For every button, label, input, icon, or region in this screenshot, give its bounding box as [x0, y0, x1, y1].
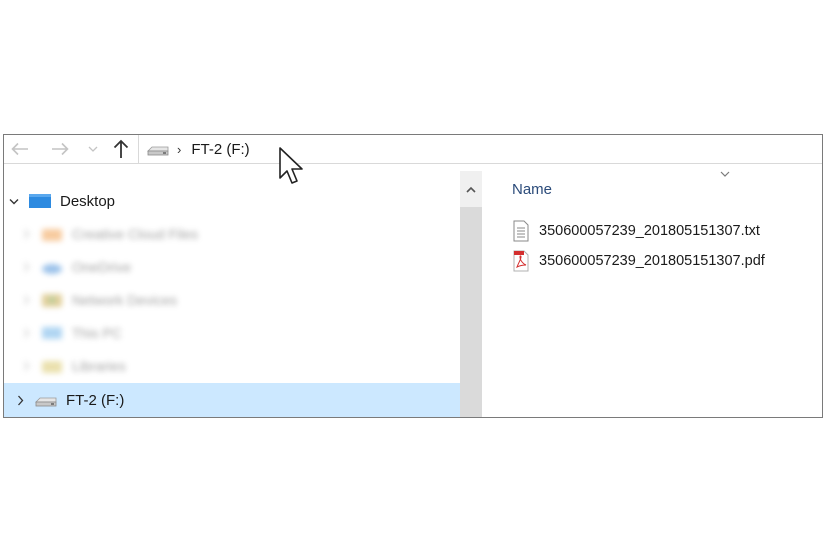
chevron-right-icon	[23, 328, 29, 338]
navigation-pane: Desktop Creative Cloud Files OneDrive Ne…	[4, 171, 460, 417]
drive-icon	[35, 397, 57, 407]
file-row-txt[interactable]: 350600057239_201805151307.txt	[512, 219, 760, 243]
expand-chevron[interactable]	[18, 262, 34, 272]
file-name: 350600057239_201805151307.pdf	[539, 253, 765, 269]
tree-item-libraries[interactable]: Libraries	[4, 350, 460, 382]
chevron-down-icon	[9, 198, 19, 204]
tree-item-onedrive[interactable]: OneDrive	[4, 251, 460, 283]
tree-item-label: Creative Cloud Files	[72, 226, 199, 242]
tree-item-ft2-drive[interactable]: FT-2 (F:)	[4, 383, 460, 417]
chevron-right-icon	[23, 295, 29, 305]
text-file-icon	[513, 220, 529, 242]
pdf-file-icon	[513, 250, 529, 272]
breadcrumb-drive[interactable]: FT-2 (F:)	[191, 141, 249, 158]
tree-item-network[interactable]: Network Devices	[4, 284, 460, 316]
tree-item-label: This PC	[72, 325, 122, 341]
drive-icon	[147, 146, 169, 156]
folder-icon	[42, 229, 62, 241]
chevron-right-icon	[17, 395, 23, 405]
expand-chevron[interactable]	[18, 295, 34, 305]
chevron-right-icon	[23, 361, 29, 371]
pc-icon	[42, 327, 62, 339]
tree-item-creative-cloud[interactable]: Creative Cloud Files	[4, 218, 460, 250]
address-toolbar: › FT-2 (F:)	[4, 135, 822, 164]
sort-chevron-down-icon[interactable]	[720, 171, 730, 177]
breadcrumb-separator[interactable]: ›	[177, 142, 181, 157]
expand-chevron[interactable]	[18, 361, 34, 371]
expand-chevron[interactable]	[18, 328, 34, 338]
file-explorer-window: › FT-2 (F:) Desktop Creative Cloud Files…	[3, 134, 823, 418]
chevron-right-icon	[23, 262, 29, 272]
tree-item-label: FT-2 (F:)	[66, 391, 125, 409]
expand-chevron[interactable]	[12, 395, 28, 406]
back-button[interactable]	[8, 138, 32, 160]
onedrive-icon	[42, 264, 62, 274]
tree-item-label: Network Devices	[72, 292, 178, 308]
name-column-header[interactable]: Name	[512, 181, 552, 198]
expand-chevron[interactable]	[18, 229, 34, 239]
back-arrow-icon	[11, 142, 28, 156]
desktop-icon	[29, 194, 51, 208]
tree-item-label: OneDrive	[72, 259, 132, 275]
recent-locations-button[interactable]	[86, 138, 100, 160]
address-field[interactable]: › FT-2 (F:)	[138, 135, 822, 163]
chevron-up-icon	[466, 186, 476, 193]
mouse-cursor-icon	[279, 147, 303, 184]
up-arrow-icon	[113, 139, 129, 158]
library-icon	[42, 361, 62, 373]
file-row-pdf[interactable]: 350600057239_201805151307.pdf	[512, 249, 765, 273]
file-name: 350600057239_201805151307.txt	[539, 223, 760, 239]
nav-pane-scrollbar[interactable]	[460, 171, 482, 417]
tree-item-this-pc[interactable]: This PC	[4, 317, 460, 349]
up-button[interactable]	[108, 138, 134, 160]
chevron-down-icon	[88, 146, 98, 152]
scroll-thumb[interactable]	[460, 207, 482, 417]
tree-item-label: Desktop	[60, 192, 116, 210]
user-folder-icon	[42, 294, 62, 307]
forward-button[interactable]	[48, 138, 72, 160]
forward-arrow-icon	[52, 142, 69, 156]
tree-item-label: Libraries	[72, 358, 126, 374]
chevron-right-icon	[23, 229, 29, 239]
scroll-up-button[interactable]	[460, 171, 482, 207]
tree-item-desktop[interactable]: Desktop	[4, 185, 460, 217]
file-list-pane: Name 350600057239_201805151307.txt 35060…	[482, 163, 822, 417]
expand-chevron[interactable]	[6, 198, 22, 205]
